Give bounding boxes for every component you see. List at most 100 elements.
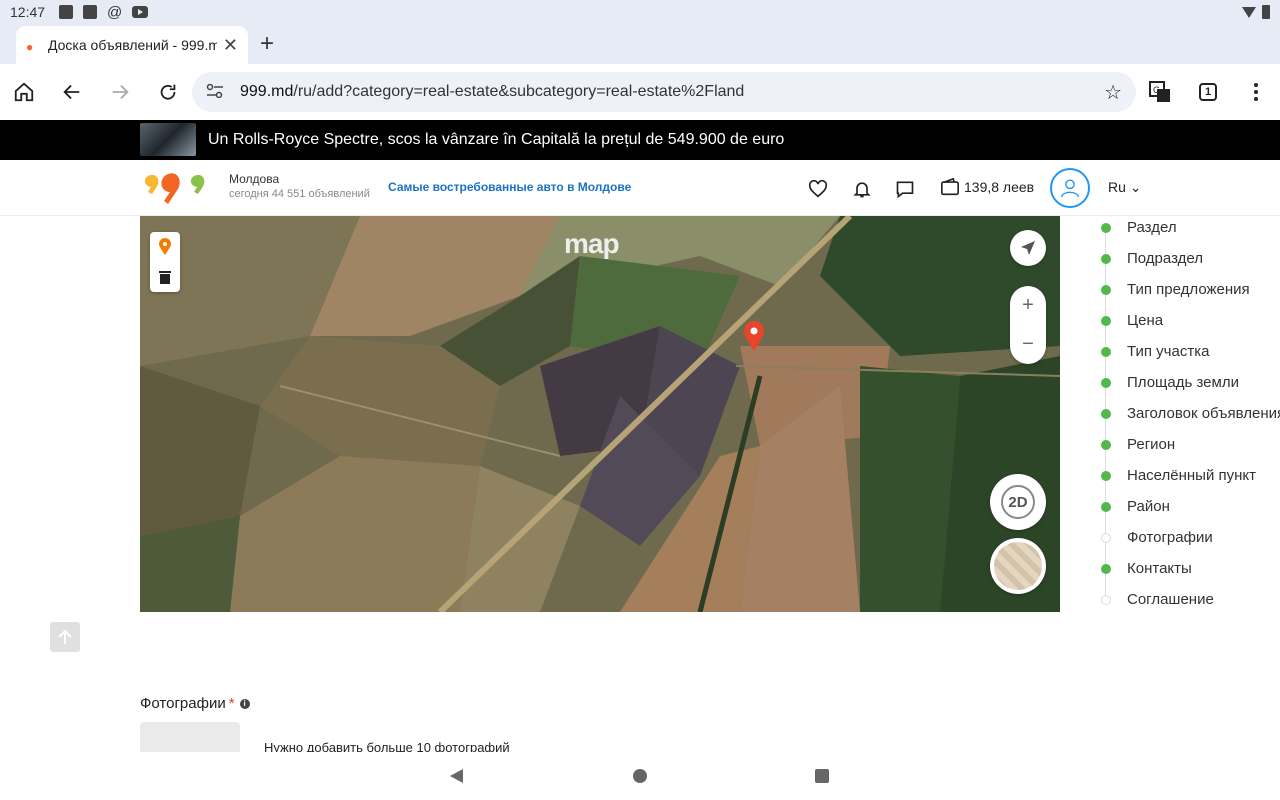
home-icon[interactable] [10, 78, 38, 106]
tab-title: Доска объявлений - 999.md [48, 37, 217, 53]
step-label: Фотографии [1127, 529, 1213, 546]
step-label: Раздел [1127, 219, 1177, 236]
nav-home-icon[interactable] [633, 769, 647, 783]
step-pending-icon [1101, 594, 1111, 605]
android-status-bar: 12:47 @ [0, 0, 1280, 24]
status-time: 12:47 [10, 4, 46, 20]
promo-link[interactable]: Самые востребованные авто в Молдове [388, 180, 631, 194]
browser-tab[interactable]: ● Доска объявлений - 999.md ✕ [16, 26, 248, 64]
view-mode-label: 2D [1008, 493, 1028, 511]
layer-preview [994, 542, 1042, 590]
step-item[interactable]: Раздел [1094, 212, 1280, 243]
satellite-imagery[interactable] [140, 216, 1060, 612]
step-complete-icon [1101, 284, 1111, 295]
more-menu-icon[interactable] [1242, 78, 1270, 106]
map-pin-icon [159, 238, 171, 255]
step-item[interactable]: Подраздел [1094, 243, 1280, 274]
step-complete-icon [1101, 501, 1111, 512]
step-label: Контакты [1127, 560, 1192, 577]
news-banner[interactable]: Un Rolls-Royce Spectre, scos la vânzare … [0, 120, 1280, 160]
step-label: Тип участка [1127, 343, 1210, 360]
notification-square-icon [59, 5, 74, 19]
notification-square-icon [83, 5, 98, 19]
wallet-icon [941, 178, 959, 196]
url-text[interactable]: 999.md/ru/add?category=real-estate&subca… [240, 83, 1104, 101]
close-tab-icon[interactable]: ✕ [223, 35, 238, 56]
info-icon[interactable]: i [239, 698, 250, 709]
step-label: Заголовок объявления [1127, 405, 1280, 422]
zoom-out-button[interactable]: − [1010, 325, 1046, 364]
forward-icon[interactable] [106, 78, 134, 106]
step-item[interactable]: Площадь земли [1094, 367, 1280, 398]
999-logo-icon[interactable] [142, 170, 210, 210]
arrow-up-icon [58, 629, 72, 644]
map-tools-panel [150, 232, 180, 292]
step-complete-icon [1101, 222, 1111, 233]
step-item[interactable]: Цена [1094, 305, 1280, 336]
battery-icon [1262, 5, 1270, 19]
android-nav-bar [0, 752, 1280, 800]
svg-text:G: G [1153, 85, 1160, 95]
bookmark-star-icon[interactable]: ☆ [1104, 80, 1122, 105]
step-complete-icon [1101, 563, 1111, 574]
place-marker-tool[interactable] [150, 232, 180, 262]
url-path: /ru/add?category=real-estate&subcategory… [293, 83, 745, 100]
banner-thumbnail [140, 123, 196, 156]
navigation-arrow-icon [1021, 241, 1035, 255]
view-mode-button[interactable]: 2D [990, 474, 1046, 530]
site-header: Молдова сегодня 44 551 объявлений Самые … [0, 160, 1280, 216]
wallet-balance[interactable]: 139,8 леев [940, 178, 1034, 196]
zoom-control: + − [1010, 286, 1046, 364]
step-complete-icon [1101, 315, 1111, 326]
url-host: 999.md [240, 83, 294, 100]
ads-count: сегодня 44 551 объявлений [229, 188, 370, 200]
step-label: Площадь земли [1127, 374, 1239, 391]
step-complete-icon [1101, 470, 1111, 481]
step-item[interactable]: Фотографии [1094, 522, 1280, 553]
step-item[interactable]: Населённый пункт [1094, 460, 1280, 491]
back-icon[interactable] [58, 78, 86, 106]
favorites-heart-icon[interactable] [807, 178, 829, 200]
form-steps-nav: Раздел Подраздел Тип предложения Цена Тип уч… [1094, 212, 1280, 615]
step-item[interactable]: Соглашение [1094, 584, 1280, 615]
step-label: Подраздел [1127, 250, 1203, 267]
user-avatar[interactable] [1050, 168, 1090, 208]
nav-recents-icon[interactable] [815, 769, 829, 783]
reload-icon[interactable] [154, 78, 182, 106]
notifications-bell-icon[interactable] [851, 178, 873, 200]
step-complete-icon [1101, 253, 1111, 264]
browser-toolbar: 999.md/ru/add?category=real-estate&subca… [0, 64, 1280, 120]
nav-back-icon[interactable] [450, 769, 463, 783]
photos-title-text: Фотографии [140, 695, 226, 712]
step-item[interactable]: Заголовок объявления [1094, 398, 1280, 429]
language-selector[interactable]: Ru ⌄ [1108, 179, 1142, 196]
site-settings-icon[interactable] [206, 83, 226, 101]
chevron-down-icon: ⌄ [1129, 179, 1142, 195]
trash-icon [159, 271, 171, 284]
address-bar[interactable]: 999.md/ru/add?category=real-estate&subca… [192, 72, 1136, 112]
step-item[interactable]: Район [1094, 491, 1280, 522]
translate-icon[interactable]: G [1146, 78, 1174, 106]
scroll-to-top-button[interactable] [50, 622, 80, 652]
step-complete-icon [1101, 346, 1111, 357]
step-item[interactable]: Тип предложения [1094, 274, 1280, 305]
step-pending-icon [1101, 532, 1111, 543]
step-item[interactable]: Тип участка [1094, 336, 1280, 367]
tab-switcher-button[interactable]: 1 [1194, 78, 1222, 106]
location-map[interactable]: map + − 2D [140, 216, 1060, 612]
new-tab-icon[interactable]: + [260, 30, 274, 58]
zoom-in-button[interactable]: + [1010, 286, 1046, 325]
banner-text[interactable]: Un Rolls-Royce Spectre, scos la vânzare … [208, 131, 784, 149]
region-label[interactable]: Молдова [229, 172, 279, 186]
step-item[interactable]: Регион [1094, 429, 1280, 460]
999-favicon-icon: ● [26, 40, 34, 54]
step-item[interactable]: Контакты [1094, 553, 1280, 584]
messages-chat-icon[interactable] [894, 178, 916, 200]
step-label: Цена [1127, 312, 1164, 329]
step-complete-icon [1101, 439, 1111, 450]
location-marker-icon[interactable] [742, 320, 766, 352]
map-brand-logo: map [564, 228, 620, 259]
map-layer-toggle[interactable] [990, 538, 1046, 594]
delete-marker-tool[interactable] [150, 262, 180, 292]
locate-me-button[interactable] [1010, 230, 1046, 266]
